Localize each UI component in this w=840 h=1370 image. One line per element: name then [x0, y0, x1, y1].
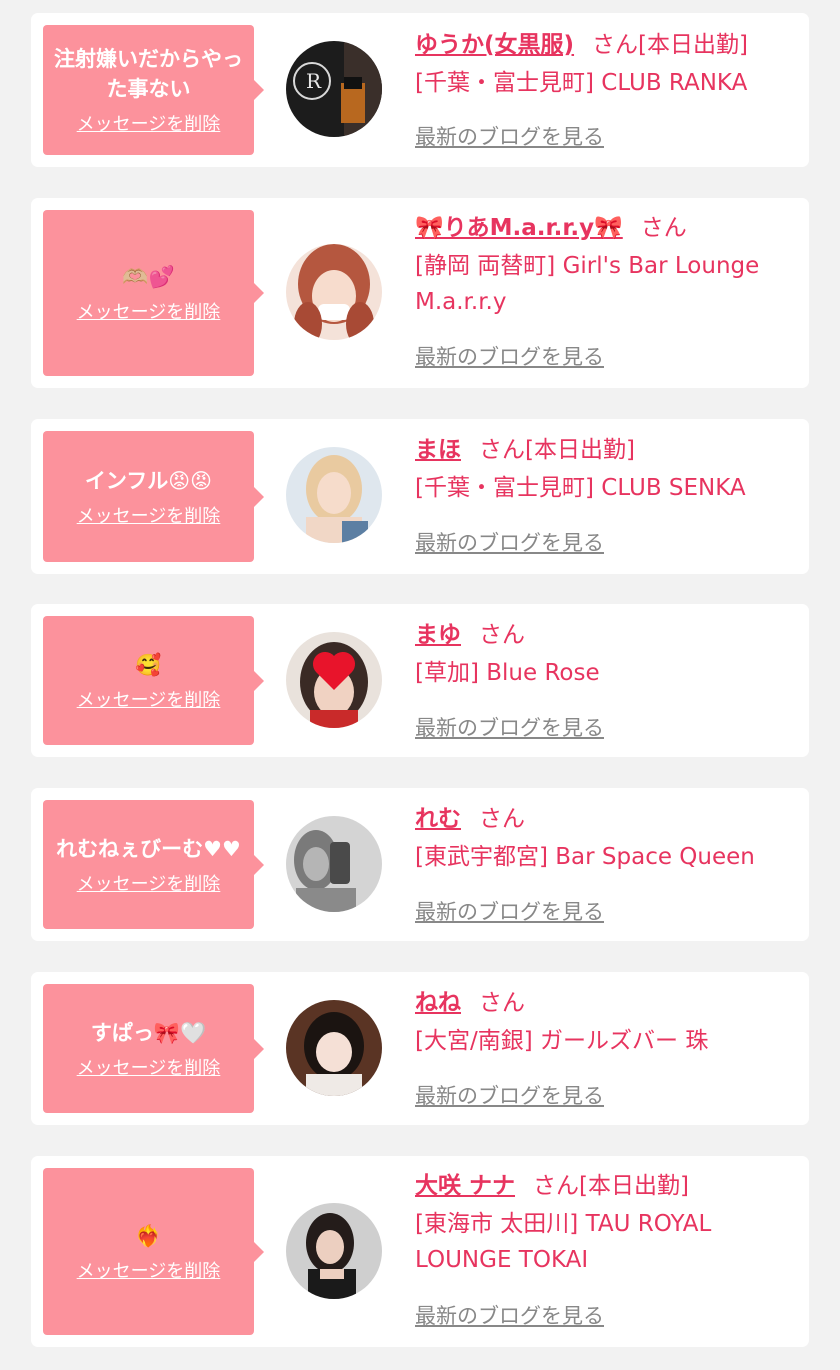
delete-message-link[interactable]: メッセージを削除 [77, 1058, 221, 1080]
shop-label: [東武宇都宮] Bar Space Queen [415, 844, 755, 870]
portrait-avatar[interactable] [286, 1000, 382, 1096]
cast-name-link[interactable]: れむ [415, 806, 461, 832]
favorites-list: 注射嫌いだからやった事ない メッセージを削除 R ゆうか(女黒服) さん[本日出勤… [0, 0, 840, 1370]
cast-info: ゆうか(女黒服) さん[本日出勤] [千葉・富士見町] CLUB RANKA [415, 29, 795, 101]
message-text: 🥰 [135, 652, 162, 677]
status-label: [本日出勤] [525, 437, 635, 463]
message-bubble: 注射嫌いだからやった事ない メッセージを削除 [43, 25, 264, 155]
name-line: 大咲 ナナ さん[本日出勤] [415, 1170, 795, 1202]
name-line: 🎀りあM.a.r.r.y🎀 さん [415, 212, 795, 244]
cast-info: 大咲 ナナ さん[本日出勤] [東海市 太田川] TAU ROYAL LOUNGE… [415, 1170, 795, 1278]
blog-link[interactable]: 最新のブログを見る [415, 527, 604, 557]
cast-name-link[interactable]: ねね [415, 990, 461, 1016]
cast-info: まゆ さん [草加] Blue Rose [415, 619, 795, 691]
message-bubble: 🥰 メッセージを削除 [43, 616, 264, 745]
message-text: ❤️‍🔥 [135, 1223, 162, 1248]
blog-link[interactable]: 最新のブログを見る [415, 1080, 604, 1110]
message-text: 🫶🏼💕 [122, 265, 175, 289]
honorific: さん [479, 622, 525, 648]
mirror-selfie-avatar[interactable] [286, 816, 382, 912]
blog-link[interactable]: 最新のブログを見る [415, 712, 604, 742]
message-text: れむねぇびーむ♥♥ [56, 836, 241, 861]
cast-name-link[interactable]: まほ [415, 437, 461, 463]
heart-sticker-avatar[interactable] [286, 632, 382, 728]
cast-info: まほ さん[本日出勤] [千葉・富士見町] CLUB SENKA [415, 434, 795, 506]
delete-message-link[interactable]: メッセージを削除 [77, 114, 221, 136]
shop-label: [大宮/南銀] ガールズバー 珠 [415, 1028, 709, 1054]
cast-name-link[interactable]: 🎀りあM.a.r.r.y🎀 [415, 215, 623, 241]
honorific: さん [479, 990, 525, 1016]
favorite-card: れむねぇびーむ♥♥ メッセージを削除 れむ さん [東武宇都宮] Bar Spac… [31, 788, 809, 941]
name-line: れむ さん [415, 803, 795, 835]
message-text: 注射嫌いだからやった事ない [54, 47, 243, 101]
message-text: インフル😡😡 [84, 468, 213, 493]
shop-label: [千葉・富士見町] CLUB RANKA [415, 70, 748, 96]
honorific: さん [479, 437, 525, 463]
message-bubble: すぱっ🎀🤍 メッセージを削除 [43, 984, 264, 1113]
name-line: まゆ さん [415, 619, 795, 651]
honorific: さん [592, 32, 639, 58]
cast-name-link[interactable]: 大咲 ナナ [415, 1173, 515, 1199]
name-line: ねね さん [415, 987, 795, 1019]
name-line: ゆうか(女黒服) さん[本日出勤] [415, 29, 795, 61]
blog-link[interactable]: 最新のブログを見る [415, 896, 604, 926]
status-label: [本日出勤] [579, 1173, 689, 1199]
blog-link[interactable]: 最新のブログを見る [415, 1300, 604, 1330]
delete-message-link[interactable]: メッセージを削除 [77, 506, 221, 528]
message-bubble: インフル😡😡 メッセージを削除 [43, 431, 264, 562]
name-line: まほ さん[本日出勤] [415, 434, 795, 466]
cast-info: ねね さん [大宮/南銀] ガールズバー 珠 [415, 987, 795, 1059]
shop-label: [千葉・富士見町] CLUB SENKA [415, 475, 746, 501]
svg-text:R: R [306, 69, 322, 93]
honorific: さん [479, 806, 525, 832]
cast-name-link[interactable]: ゆうか(女黒服) [415, 32, 574, 58]
message-text: すぱっ🎀🤍 [90, 1020, 207, 1045]
favorite-card: すぱっ🎀🤍 メッセージを削除 ねね さん [大宮/南銀] ガールズバー 珠 最新の… [31, 972, 809, 1125]
honorific: さん [533, 1173, 580, 1199]
cast-info: 🎀りあM.a.r.r.y🎀 さん [静岡 両替町] Girl's Bar Loun… [415, 212, 795, 320]
message-bubble: 🫶🏼💕 メッセージを削除 [43, 210, 264, 376]
favorite-card: ❤️‍🔥 メッセージを削除 大咲 ナナ さん[本日出勤] [東海市 太田川] TA… [31, 1156, 809, 1347]
shop-label: [草加] Blue Rose [415, 660, 600, 686]
cast-info: れむ さん [東武宇都宮] Bar Space Queen [415, 803, 795, 875]
delete-message-link[interactable]: メッセージを削除 [77, 690, 221, 712]
favorite-card: インフル😡😡 メッセージを削除 まほ さん[本日出勤] [千葉・富士見町] CLU… [31, 419, 809, 574]
status-label: [本日出勤] [638, 32, 748, 58]
portrait-avatar[interactable] [286, 244, 382, 340]
shop-label: [東海市 太田川] TAU ROYAL LOUNGE TOKAI [415, 1211, 712, 1273]
ranka-logo-avatar[interactable]: R [286, 41, 382, 137]
favorite-card: 🫶🏼💕 メッセージを削除 🎀りあM.a.r.r.y🎀 さん [静岡 両替町] Gi… [31, 198, 809, 388]
shop-label: [静岡 両替町] Girl's Bar Lounge M.a.r.r.y [415, 253, 760, 315]
honorific: さん [640, 215, 687, 241]
blog-link[interactable]: 最新のブログを見る [415, 121, 604, 151]
delete-message-link[interactable]: メッセージを削除 [77, 874, 221, 896]
message-bubble: れむねぇびーむ♥♥ メッセージを削除 [43, 800, 264, 929]
delete-message-link[interactable]: メッセージを削除 [77, 302, 221, 324]
message-bubble: ❤️‍🔥 メッセージを削除 [43, 1168, 264, 1335]
blog-link[interactable]: 最新のブログを見る [415, 341, 604, 371]
favorite-card: 🥰 メッセージを削除 まゆ さん [草加] Blue Rose 最新のブログを見る [31, 604, 809, 757]
favorite-card: 注射嫌いだからやった事ない メッセージを削除 R ゆうか(女黒服) さん[本日出勤… [31, 13, 809, 167]
portrait-avatar[interactable] [286, 1203, 382, 1299]
delete-message-link[interactable]: メッセージを削除 [77, 1261, 221, 1283]
cast-name-link[interactable]: まゆ [415, 622, 461, 648]
portrait-avatar[interactable] [286, 447, 382, 543]
